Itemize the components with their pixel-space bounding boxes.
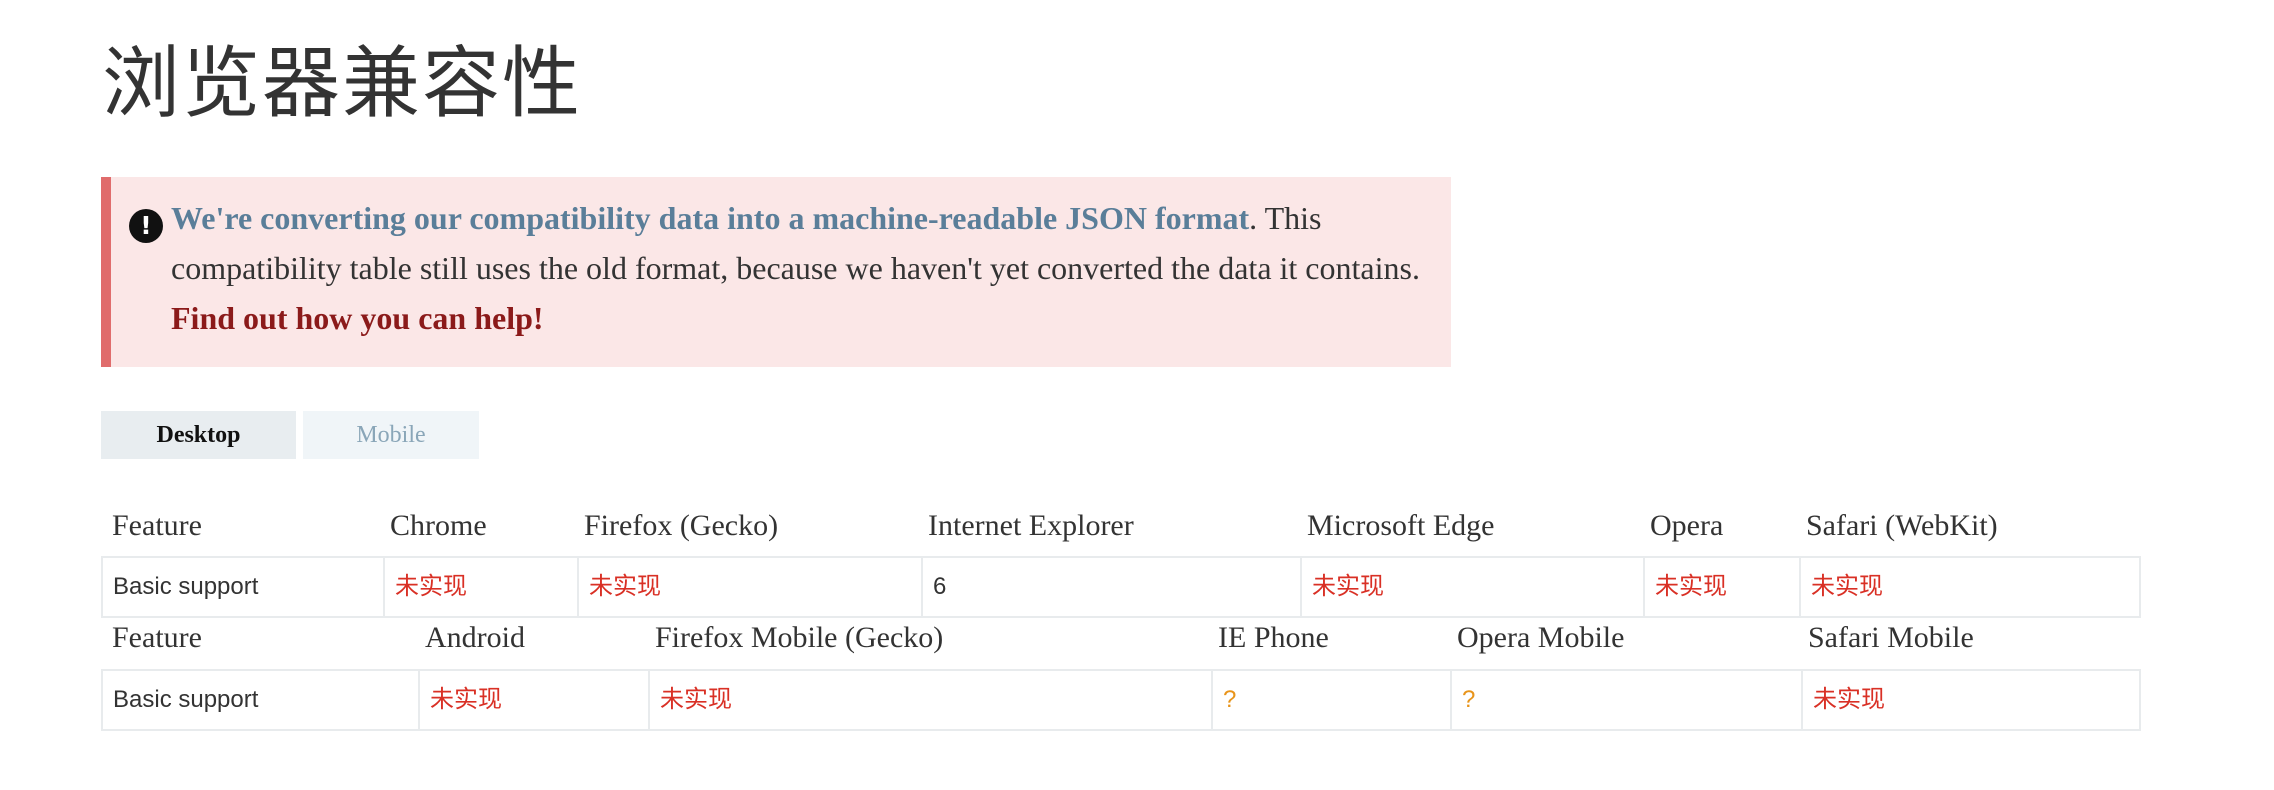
help-link[interactable]: Find out how you can help!: [171, 300, 544, 336]
header-safari: Safari (WebKit): [1806, 509, 1998, 542]
table-row: Basic support 未实现 未实现 ? ? 未实现: [101, 669, 2141, 731]
header-android: Android: [425, 621, 525, 654]
tab-mobile[interactable]: Mobile: [303, 411, 479, 459]
mobile-table-header: Feature Android Firefox Mobile (Gecko) I…: [102, 612, 2142, 664]
support-ie-phone: ?: [1211, 671, 1450, 729]
desktop-table-header: Feature Chrome Firefox (Gecko) Internet …: [102, 500, 2142, 552]
notice-box: ! We're converting our compatibility dat…: [101, 177, 1451, 367]
table-row: Basic support 未实现 未实现 6 未实现 未实现 未实现: [101, 556, 2141, 618]
header-feature: Feature: [112, 621, 202, 654]
support-opera: 未实现: [1643, 558, 1799, 616]
header-firefox: Firefox (Gecko): [584, 509, 779, 542]
header-ie-phone: IE Phone: [1218, 621, 1329, 654]
page-title: 浏览器兼容性: [102, 39, 583, 129]
support-opera-mobile: ?: [1450, 671, 1801, 729]
header-internet-explorer: Internet Explorer: [928, 509, 1134, 542]
header-microsoft-edge: Microsoft Edge: [1307, 509, 1495, 542]
json-format-link[interactable]: We're converting our compatibility data …: [171, 200, 1249, 236]
support-firefox-mobile: 未实现: [648, 671, 1211, 729]
support-safari: 未实现: [1799, 558, 2139, 616]
support-android: 未实现: [418, 671, 648, 729]
support-internet-explorer: 6: [921, 558, 1300, 616]
support-chrome: 未实现: [383, 558, 577, 616]
header-safari-mobile: Safari Mobile: [1808, 621, 1974, 654]
support-microsoft-edge: 未实现: [1300, 558, 1643, 616]
support-safari-mobile: 未实现: [1801, 671, 2139, 729]
header-opera: Opera: [1650, 509, 1724, 542]
header-opera-mobile: Opera Mobile: [1457, 621, 1625, 654]
notice-text: We're converting our compatibility data …: [171, 193, 1441, 343]
feature-cell: Basic support: [113, 573, 259, 600]
feature-cell: Basic support: [113, 686, 259, 713]
tab-desktop[interactable]: Desktop: [101, 411, 296, 459]
exclamation-circle-icon: !: [129, 209, 163, 243]
header-feature: Feature: [112, 509, 202, 542]
support-firefox: 未实现: [577, 558, 921, 616]
header-firefox-mobile: Firefox Mobile (Gecko): [655, 621, 944, 654]
header-chrome: Chrome: [390, 509, 487, 542]
